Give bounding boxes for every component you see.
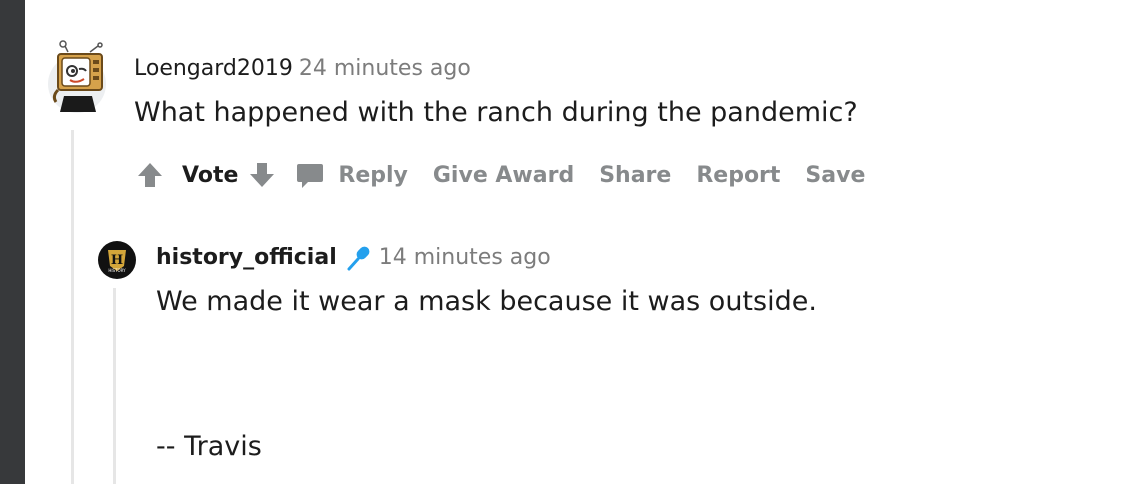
- comment-author[interactable]: Loengard2019: [134, 56, 293, 81]
- comment-meta: history_official 14 minutes ago: [156, 243, 551, 273]
- comment-signature: -- Travis: [156, 431, 262, 462]
- save-label: Save: [805, 162, 866, 188]
- comment-action-bar: Vote Reply Give Award Share Report Save: [134, 156, 890, 194]
- give-award-label: Give Award: [432, 162, 575, 188]
- logo-letter: H: [111, 253, 123, 268]
- comment-bubble-icon: [294, 156, 326, 194]
- left-edge-strip: [0, 0, 25, 484]
- thread-line-nested[interactable]: [113, 288, 116, 484]
- avatar[interactable]: [46, 40, 110, 114]
- downvote-icon[interactable]: [246, 156, 278, 194]
- save-button[interactable]: Save: [805, 163, 865, 188]
- comment-timestamp[interactable]: 24 minutes ago: [299, 56, 471, 81]
- reply-button[interactable]: Reply: [294, 156, 408, 194]
- avatar-history-logo[interactable]: H HISTORY: [98, 241, 136, 279]
- logo-text: HISTORY: [108, 268, 126, 273]
- share-label: Share: [599, 162, 672, 188]
- comment-author[interactable]: history_official: [156, 243, 337, 273]
- report-button[interactable]: Report: [696, 163, 780, 188]
- comment-timestamp[interactable]: 14 minutes ago: [379, 243, 551, 273]
- reply-label: Reply: [338, 162, 408, 188]
- vote-count: Vote: [182, 162, 239, 188]
- comment-body: What happened with the ranch during the …: [134, 97, 858, 128]
- comment-body: We made it wear a mask because it was ou…: [156, 286, 817, 317]
- upvote-icon[interactable]: [134, 156, 166, 194]
- give-award-button[interactable]: Give Award: [433, 163, 574, 188]
- thread-line[interactable]: [71, 130, 74, 484]
- report-label: Report: [696, 162, 781, 188]
- microphone-icon: [343, 243, 373, 273]
- share-button[interactable]: Share: [599, 163, 671, 188]
- comment-meta: Loengard2019 24 minutes ago: [134, 54, 471, 84]
